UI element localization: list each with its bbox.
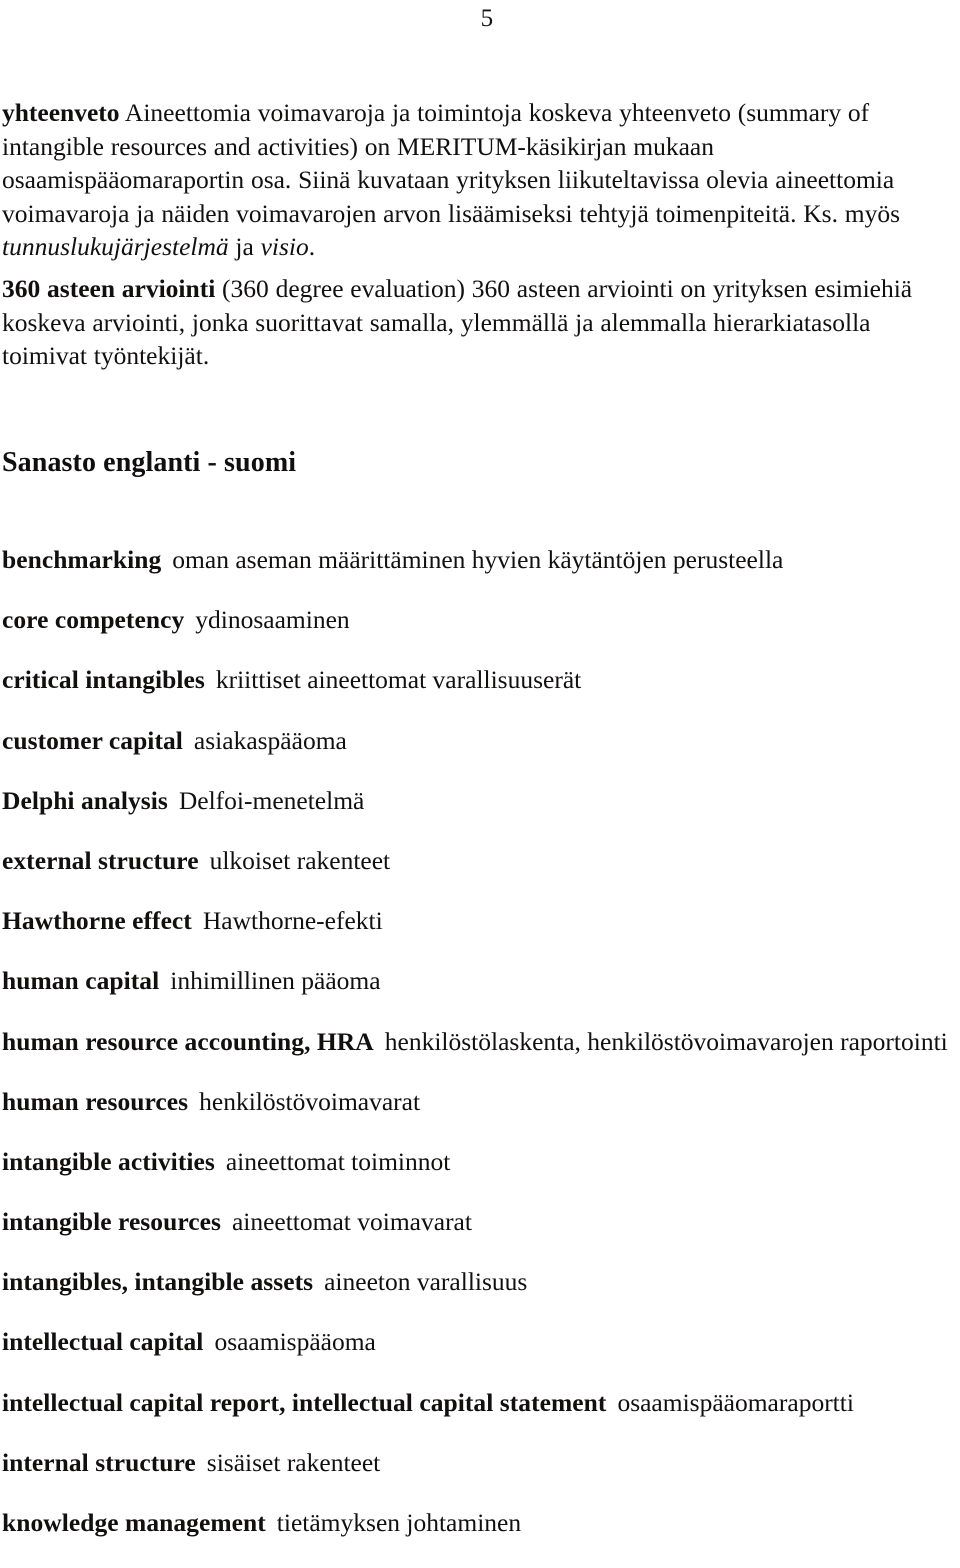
glossary-definition: ydinosaaminen (195, 605, 350, 635)
glossary-term: core competency (2, 605, 185, 635)
paragraph-conjunction: ja (228, 232, 261, 261)
glossary-list: benchmarking oman aseman määrittäminen hy… (2, 545, 958, 1568)
glossary-definition: ulkoiset rakenteet (209, 845, 391, 875)
page-number: 5 (480, 5, 494, 32)
paragraph-body-text: Aineettomia voimavaroja ja toimintoja ko… (2, 98, 900, 228)
glossary-entry: intellectual capital osaamispääoma (2, 1327, 958, 1387)
section-heading-sanasto: Sanasto englanti - suomi (2, 447, 297, 478)
glossary-term: internal structure (2, 1447, 196, 1477)
glossary-term: intellectual capital (2, 1327, 204, 1357)
italic-cross-reference-visio: visio (260, 232, 309, 261)
glossary-term: Hawthorne effect (2, 906, 192, 936)
glossary-term: intangible activities (2, 1146, 215, 1176)
glossary-definition: oman aseman määrittäminen hyvien käytänt… (172, 545, 784, 574)
glossary-term: human resource accounting, HRA (2, 1026, 374, 1056)
glossary-entry: human resources henkilöstövoimavarat (2, 1087, 958, 1147)
glossary-entry: external structure ulkoiset rakenteet (2, 846, 958, 906)
glossary-entry: critical intangibles kriittiset aineettom… (2, 665, 958, 725)
glossary-term: intangible resources (2, 1207, 221, 1237)
glossary-definition: asiakaspääoma (193, 725, 347, 755)
paragraph-terminal-punctuation: . (308, 232, 316, 261)
lead-term-yhteenveto: yhteenveto (2, 98, 120, 127)
glossary-definition: Delfoi-menetelmä (178, 785, 365, 815)
glossary-entry: Hawthorne effect Hawthorne-efekti (2, 906, 958, 966)
glossary-entry: intangible activities aineettomat toiminn… (2, 1147, 958, 1207)
glossary-definition: aineettomat toiminnot (225, 1146, 451, 1176)
glossary-term: customer capital (2, 725, 183, 755)
paragraph-360-asteen-arviointi: 360 asteen arviointi (360 degree evaluat… (2, 272, 954, 373)
paragraph-yhteenveto: yhteenveto Aineettomia voimavaroja ja to… (2, 96, 958, 264)
glossary-entry: knowledge management tietämyksen johtamin… (2, 1508, 958, 1568)
italic-cross-reference-tunnuslukujarjestelma: tunnuslukujärjestelmä (2, 232, 229, 261)
glossary-definition: aineettomat voimavarat (231, 1207, 472, 1237)
glossary-definition: henkilöstölaskenta, henkilöstövoimavaroj… (384, 1026, 948, 1056)
glossary-definition: kriittiset aineettomat varallisuuserät (215, 665, 582, 695)
glossary-entry: internal structure sisäiset rakenteet (2, 1448, 958, 1508)
glossary-term: critical intangibles (2, 665, 205, 695)
glossary-term: Delphi analysis (2, 785, 168, 815)
glossary-term: knowledge management (2, 1508, 266, 1537)
glossary-term: intellectual capital report, intellectua… (2, 1387, 607, 1417)
glossary-definition: henkilöstövoimavarat (199, 1086, 421, 1116)
glossary-definition: aineeton varallisuus (324, 1267, 528, 1297)
glossary-entry: intellectual capital report, intellectua… (2, 1388, 958, 1448)
glossary-entry: intangibles, intangible assets aineeton v… (2, 1267, 958, 1327)
glossary-entry: human resource accounting, HRA henkilöstö… (2, 1027, 958, 1087)
glossary-definition: sisäiset rakenteet (206, 1447, 381, 1477)
glossary-term: intangibles, intangible assets (2, 1267, 314, 1297)
glossary-definition: tietämyksen johtaminen (276, 1508, 522, 1537)
glossary-term: human capital (2, 966, 160, 996)
glossary-entry: intangible resources aineettomat voimavar… (2, 1207, 958, 1267)
glossary-term: benchmarking (2, 545, 162, 574)
glossary-definition: osaamispääomaraportti (617, 1387, 854, 1417)
glossary-entry: Delphi analysis Delfoi-menetelmä (2, 786, 958, 846)
document-page: 5 yhteenveto Aineettomia voimavaroja ja … (0, 0, 960, 1537)
glossary-definition: inhimillinen pääoma (170, 966, 381, 996)
glossary-term: human resources (2, 1086, 189, 1116)
glossary-entry: benchmarking oman aseman määrittäminen hy… (2, 545, 958, 605)
glossary-definition: Hawthorne-efekti (202, 906, 383, 936)
glossary-definition: osaamispääoma (214, 1327, 376, 1357)
glossary-entry: customer capital asiakaspääoma (2, 726, 958, 786)
glossary-term: external structure (2, 845, 199, 875)
glossary-entry: human capital inhimillinen pääoma (2, 966, 958, 1026)
lead-term-360-asteen-arviointi: 360 asteen arviointi (2, 274, 216, 303)
glossary-entry: core competency ydinosaaminen (2, 605, 958, 665)
